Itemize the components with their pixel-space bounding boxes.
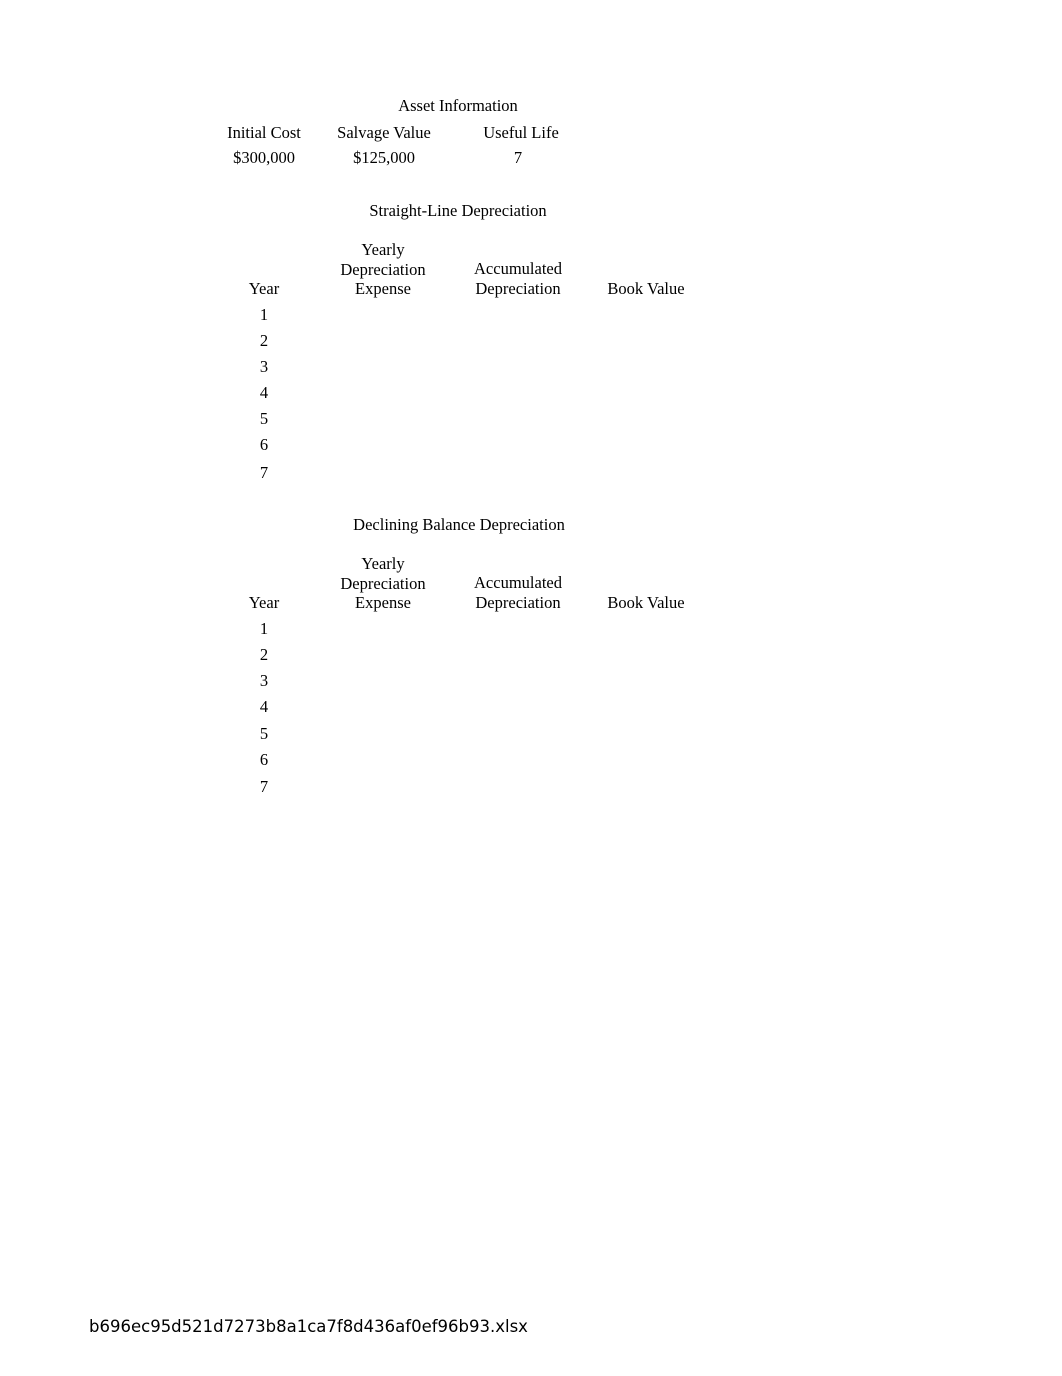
declining-balance-header-year-line-1: Year: [248, 593, 280, 612]
asset-info-value-initial-cost[interactable]: $300,000: [233, 148, 295, 168]
asset-info-value-salvage-value[interactable]: $125,000: [353, 148, 415, 168]
declining-balance-book-value-3[interactable]: [597, 671, 696, 691]
asset-info-header-initial-cost: Initial Cost: [227, 123, 301, 142]
straight-line-header-year-line-1: Year: [248, 279, 280, 298]
declining-balance-accumulated-2[interactable]: [466, 645, 571, 665]
straight-line-year-3: 3: [259, 357, 269, 376]
declining-balance-year-1: 1: [259, 619, 269, 638]
declining-balance-header-book-value: Book Value: [607, 593, 684, 613]
asset-information-title: Asset Information: [398, 96, 518, 115]
straight-line-header-yearly-depreciation-expense: Yearly Depreciation Expense: [340, 240, 425, 299]
straight-line-accumulated-5[interactable]: [466, 409, 571, 429]
straight-line-header-yde-line-1: Yearly: [361, 240, 405, 259]
declining-balance-accumulated-4[interactable]: [466, 697, 571, 717]
straight-line-accumulated-6[interactable]: [466, 435, 571, 455]
straight-line-year-5: 5: [259, 409, 269, 428]
straight-line-header-yde-line-3: Expense: [355, 279, 411, 299]
asset-info-header-useful-life: Useful Life: [483, 123, 559, 142]
declining-balance-book-value-6[interactable]: [597, 750, 696, 770]
declining-balance-year-4: 4: [259, 697, 269, 716]
declining-balance-header-ad-line-1: Accumulated: [474, 573, 562, 592]
straight-line-year-2: 2: [259, 331, 269, 350]
straight-line-yearly-expense-3[interactable]: [330, 357, 437, 377]
straight-line-accumulated-1[interactable]: [466, 305, 571, 325]
declining-balance-book-value-2[interactable]: [597, 645, 696, 665]
declining-balance-yearly-expense-1[interactable]: [330, 619, 437, 639]
straight-line-yearly-expense-4[interactable]: [330, 383, 437, 403]
straight-line-accumulated-2[interactable]: [466, 331, 571, 351]
straight-line-accumulated-4[interactable]: [466, 383, 571, 403]
declining-balance-header-yde-line-2: Depreciation: [340, 573, 426, 593]
straight-line-year-6: 6: [259, 435, 269, 454]
straight-line-book-value-7[interactable]: [597, 463, 696, 483]
straight-line-book-value-5[interactable]: [597, 409, 696, 429]
straight-line-header-bv-line-1: Book Value: [607, 279, 685, 298]
declining-balance-accumulated-3[interactable]: [466, 671, 571, 691]
straight-line-accumulated-3[interactable]: [466, 357, 571, 377]
straight-line-year-1: 1: [259, 305, 269, 324]
declining-balance-year-7: 7: [259, 777, 269, 796]
straight-line-book-value-1[interactable]: [597, 305, 696, 325]
straight-line-book-value-2[interactable]: [597, 331, 696, 351]
straight-line-header-accumulated-depreciation: Accumulated Depreciation: [474, 259, 562, 298]
declining-balance-year-2: 2: [259, 645, 269, 664]
declining-balance-accumulated-1[interactable]: [466, 619, 571, 639]
straight-line-header-yde-line-2: Depreciation: [340, 259, 426, 279]
declining-balance-yearly-expense-3[interactable]: [330, 671, 437, 691]
straight-line-yearly-expense-1[interactable]: [330, 305, 437, 325]
declining-balance-header-yearly-depreciation-expense: Yearly Depreciation Expense: [340, 554, 425, 613]
straight-line-year-7: 7: [259, 463, 269, 482]
straight-line-year-4: 4: [259, 383, 269, 402]
declining-balance-header-ad-line-2: Depreciation: [475, 592, 561, 612]
declining-balance-header-yde-line-3: Expense: [355, 593, 411, 613]
straight-line-book-value-6[interactable]: [597, 435, 696, 455]
declining-balance-year-3: 3: [259, 671, 269, 690]
declining-balance-accumulated-7[interactable]: [466, 777, 571, 797]
declining-balance-accumulated-5[interactable]: [466, 724, 571, 744]
straight-line-depreciation-title: Straight-Line Depreciation: [369, 201, 547, 220]
declining-balance-book-value-5[interactable]: [597, 724, 696, 744]
declining-balance-yearly-expense-5[interactable]: [330, 724, 437, 744]
declining-balance-yearly-expense-6[interactable]: [330, 750, 437, 770]
straight-line-accumulated-7[interactable]: [466, 463, 571, 483]
straight-line-header-year: Year: [249, 279, 279, 299]
declining-balance-header-accumulated-depreciation: Accumulated Depreciation: [474, 573, 562, 612]
straight-line-yearly-expense-6[interactable]: [330, 435, 437, 455]
declining-balance-book-value-7[interactable]: [597, 777, 696, 797]
declining-balance-header-bv-line-1: Book Value: [607, 593, 685, 612]
declining-balance-book-value-1[interactable]: [597, 619, 696, 639]
declining-balance-book-value-4[interactable]: [597, 697, 696, 717]
straight-line-header-ad-line-2: Depreciation: [475, 278, 561, 298]
declining-balance-depreciation-title: Declining Balance Depreciation: [353, 515, 565, 534]
footer-filename: b696ec95d521d7273b8a1ca7f8d436af0ef96b93…: [89, 1317, 528, 1336]
declining-balance-yearly-expense-7[interactable]: [330, 777, 437, 797]
declining-balance-yearly-expense-2[interactable]: [330, 645, 437, 665]
declining-balance-header-year: Year: [249, 593, 279, 613]
worksheet-page: Asset Information Initial Cost Salvage V…: [0, 0, 1062, 1376]
straight-line-header-ad-line-1: Accumulated: [474, 259, 562, 278]
straight-line-book-value-4[interactable]: [597, 383, 696, 403]
declining-balance-accumulated-6[interactable]: [466, 750, 571, 770]
straight-line-book-value-3[interactable]: [597, 357, 696, 377]
declining-balance-year-6: 6: [259, 750, 269, 769]
straight-line-yearly-expense-2[interactable]: [330, 331, 437, 351]
straight-line-yearly-expense-5[interactable]: [330, 409, 437, 429]
declining-balance-header-yde-line-1: Yearly: [361, 554, 405, 573]
straight-line-yearly-expense-7[interactable]: [330, 463, 437, 483]
asset-info-value-useful-life[interactable]: 7: [514, 148, 522, 168]
straight-line-header-book-value: Book Value: [607, 279, 684, 299]
declining-balance-yearly-expense-4[interactable]: [330, 697, 437, 717]
asset-info-header-salvage-value: Salvage Value: [337, 123, 431, 142]
declining-balance-year-5: 5: [259, 724, 269, 743]
